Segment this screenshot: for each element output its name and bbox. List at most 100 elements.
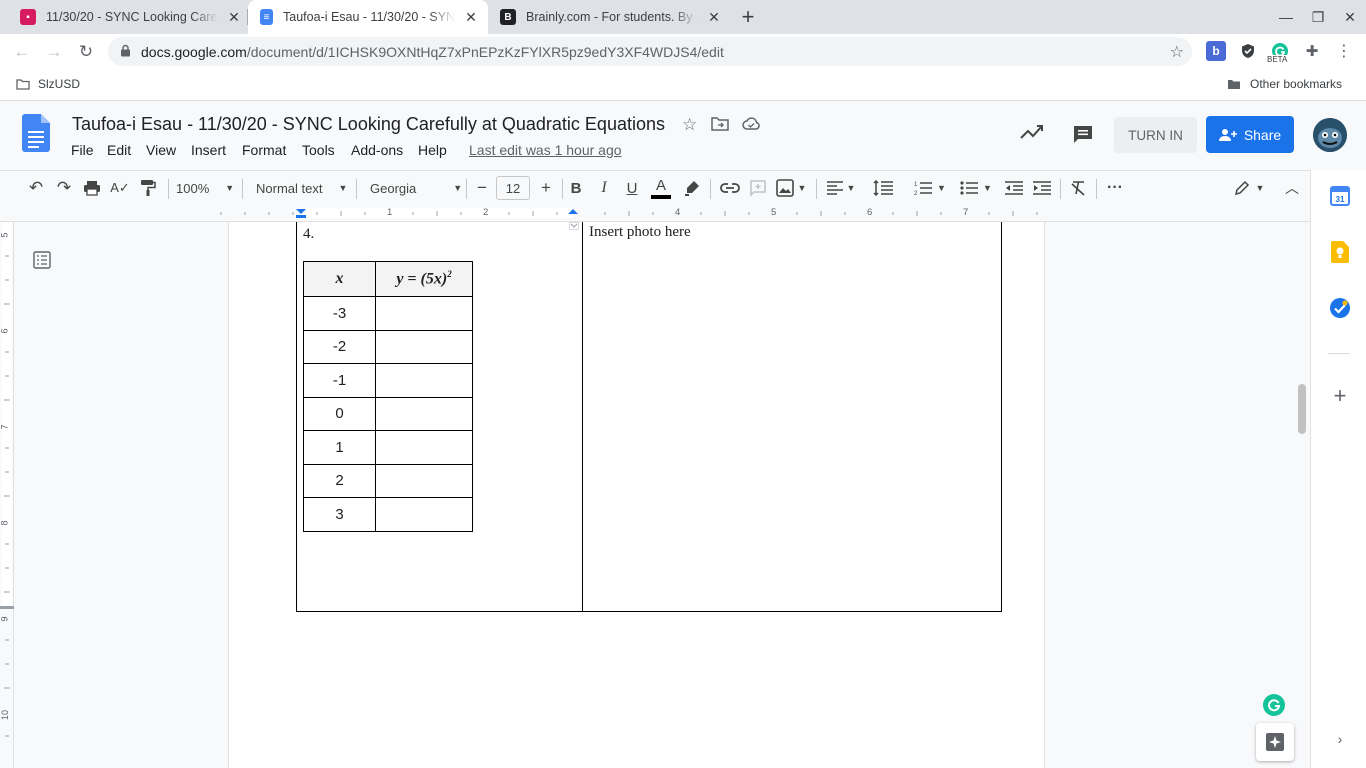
menu-format[interactable]: Format (242, 142, 286, 158)
other-bookmarks[interactable]: Other bookmarks (1227, 77, 1342, 91)
x-cell[interactable]: -3 (303, 296, 376, 331)
more-options-icon[interactable]: ··· (1102, 175, 1128, 201)
vertical-scrollbar-thumb[interactable] (1298, 384, 1306, 434)
font-select[interactable]: Georgia ▼ (364, 175, 462, 201)
layout-table[interactable]: 4. Insert photo here x y = (5x)2 -3 -2 -… (296, 222, 1002, 612)
y-cell[interactable] (375, 396, 473, 431)
get-addons-icon[interactable]: + (1329, 383, 1351, 408)
cloud-status-icon[interactable] (742, 117, 760, 136)
tasks-icon[interactable] (1329, 297, 1351, 319)
increase-font-size-button[interactable]: + (534, 175, 558, 201)
header-y[interactable]: y = (5x)2 (375, 261, 473, 297)
add-comment-icon[interactable] (746, 175, 770, 201)
zoom-select[interactable]: 100% ▼ (176, 175, 236, 201)
y-cell[interactable] (375, 463, 473, 498)
comments-icon[interactable] (1072, 124, 1094, 149)
insert-image-icon[interactable]: ▼ (774, 175, 808, 201)
back-icon[interactable]: ← (8, 38, 36, 66)
increase-indent-icon[interactable] (1030, 175, 1054, 201)
menu-addons[interactable]: Add-ons (351, 142, 403, 158)
decrease-font-size-button[interactable]: − (470, 175, 494, 201)
move-folder-icon[interactable] (711, 116, 729, 137)
spellcheck-icon[interactable]: A✓ (108, 175, 132, 201)
close-window-icon[interactable]: ✕ (1334, 0, 1366, 34)
insert-link-icon[interactable] (718, 175, 742, 201)
document-outline-icon[interactable] (33, 251, 51, 274)
show-side-panel-icon[interactable]: › (1329, 728, 1351, 750)
header-x[interactable]: x (303, 261, 376, 297)
x-cell[interactable]: -2 (303, 329, 376, 364)
undo-icon[interactable]: ↶ (24, 175, 48, 201)
y-cell[interactable] (375, 296, 473, 331)
docs-logo-icon[interactable] (22, 114, 50, 157)
avatar[interactable] (1313, 118, 1347, 152)
y-cell[interactable] (375, 430, 473, 465)
clear-formatting-icon[interactable] (1066, 175, 1090, 201)
print-icon[interactable] (80, 175, 104, 201)
document-title[interactable]: Taufoa-i Esau - 11/30/20 - SYNC Looking … (72, 114, 665, 135)
numbered-list-icon[interactable]: 1 2 ▼ (910, 175, 950, 201)
bookmark-folder-slzusd[interactable]: SlzUSD (16, 77, 80, 91)
keep-icon[interactable] (1329, 241, 1351, 263)
browser-tab-docs[interactable]: ≡ Taufoa-i Esau - 11/30/20 - SYNC ✕ (248, 0, 488, 34)
editing-mode-icon[interactable]: ▼ (1230, 175, 1268, 201)
forward-icon[interactable]: → (40, 38, 68, 66)
xy-table[interactable]: x y = (5x)2 -3 -2 -1 0 1 2 3 (303, 261, 473, 532)
menu-insert[interactable]: Insert (191, 142, 226, 158)
y-cell[interactable] (375, 497, 473, 532)
style-select[interactable]: Normal text ▼ (250, 175, 348, 201)
table-handle-icon[interactable] (569, 222, 579, 230)
decrease-indent-icon[interactable] (1002, 175, 1026, 201)
collapse-menus-icon[interactable]: ︿ (1280, 175, 1304, 201)
close-tab-icon[interactable]: ✕ (226, 9, 242, 26)
x-cell[interactable]: -1 (303, 363, 376, 398)
document-canvas[interactable]: 5 6 7 8 9 10 4. Insert photo here x y = … (0, 222, 1310, 768)
restore-icon[interactable]: ❐ (1302, 0, 1334, 34)
shield-extension-icon[interactable] (1238, 41, 1258, 61)
close-tab-icon[interactable]: ✕ (706, 9, 722, 26)
underline-button[interactable]: U (620, 175, 644, 201)
new-tab-button[interactable]: + (736, 0, 760, 34)
browser-tab-brainly[interactable]: B Brainly.com - For students. By student… (488, 0, 726, 34)
y-cell[interactable] (375, 363, 473, 398)
activity-trend-icon[interactable] (1020, 124, 1044, 145)
menu-tools[interactable]: Tools (302, 142, 335, 158)
browser-menu-icon[interactable]: ⋮ (1334, 41, 1354, 61)
reload-icon[interactable]: ↻ (72, 38, 100, 66)
highlight-color-icon[interactable] (680, 175, 704, 201)
document-page[interactable]: 4. Insert photo here x y = (5x)2 -3 -2 -… (228, 222, 1045, 768)
bold-button[interactable]: B (564, 175, 588, 201)
grammarly-floating-icon[interactable] (1262, 693, 1286, 722)
share-button[interactable]: Share (1206, 116, 1294, 153)
x-cell[interactable]: 3 (303, 497, 376, 532)
y-cell[interactable] (375, 329, 473, 364)
close-tab-icon[interactable]: ✕ (463, 9, 479, 26)
italic-button[interactable]: I (592, 175, 616, 201)
font-size-input[interactable]: 12 (496, 176, 530, 200)
bulleted-list-icon[interactable]: ▼ (956, 175, 996, 201)
menu-edit[interactable]: Edit (107, 142, 131, 158)
menu-view[interactable]: View (146, 142, 176, 158)
x-cell[interactable]: 1 (303, 430, 376, 465)
last-edit-link[interactable]: Last edit was 1 hour ago (469, 142, 622, 158)
explore-button[interactable] (1256, 723, 1294, 761)
paint-format-icon[interactable] (136, 175, 160, 201)
insert-photo-text[interactable]: Insert photo here (589, 224, 691, 241)
bookmark-star-icon[interactable]: ☆ (1170, 42, 1184, 62)
turn-in-button[interactable]: TURN IN (1114, 117, 1197, 153)
align-left-icon[interactable]: ▼ (824, 175, 858, 201)
redo-icon[interactable]: ↷ (52, 175, 76, 201)
browser-tab-classroom[interactable]: ▪ 11/30/20 - SYNC Looking Carefully ✕ (8, 0, 248, 34)
address-bar[interactable]: docs.google.com/document/d/1ICHSK9OXNtHq… (108, 37, 1192, 66)
minimize-icon[interactable]: — (1270, 0, 1302, 34)
bing-extension-icon[interactable]: b (1206, 41, 1226, 61)
x-cell[interactable]: 0 (303, 396, 376, 431)
x-cell[interactable]: 2 (303, 463, 376, 498)
menu-help[interactable]: Help (418, 142, 447, 158)
text-color-button[interactable]: A (648, 175, 674, 201)
line-spacing-icon[interactable] (870, 175, 896, 201)
star-icon[interactable]: ☆ (682, 115, 697, 135)
menu-file[interactable]: File (71, 142, 94, 158)
extensions-puzzle-icon[interactable]: ✚ (1302, 41, 1322, 61)
calendar-icon[interactable]: 31 (1329, 185, 1351, 207)
